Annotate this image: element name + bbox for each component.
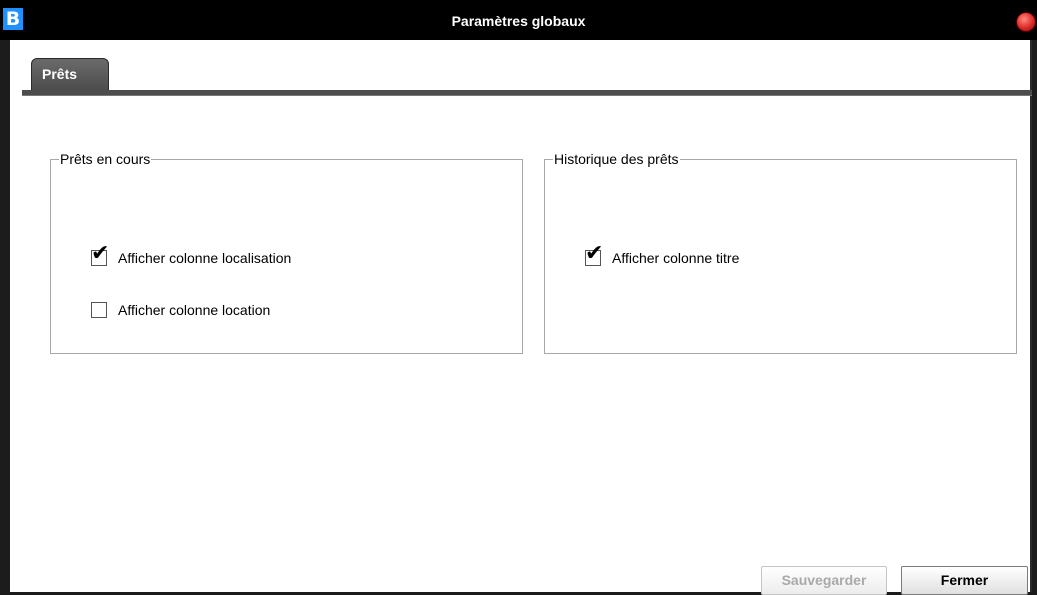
show-location-column-checkbox[interactable]: Afficher colonne location bbox=[91, 301, 391, 321]
dialog-content: Prêts Prêts en cours ✔ Afficher colonne … bbox=[10, 40, 1032, 595]
show-localisation-column-checkbox[interactable]: ✔ Afficher colonne localisation bbox=[91, 243, 391, 269]
checkbox-label: Afficher colonne titre bbox=[612, 250, 740, 266]
close-window-button[interactable] bbox=[1016, 12, 1036, 32]
show-title-column-checkbox[interactable]: ✔ Afficher colonne titre bbox=[585, 243, 885, 269]
checkmark-icon: ✔ bbox=[91, 241, 110, 266]
checkbox-label: Afficher colonne location bbox=[118, 302, 271, 318]
title-bar[interactable]: B Paramètres globaux bbox=[0, 0, 1037, 40]
save-button[interactable]: Sauvegarder bbox=[761, 566, 887, 595]
settings-dialog: B Paramètres globaux Prêts Prêts en cour… bbox=[0, 0, 1037, 595]
tab-strip bbox=[22, 90, 1032, 96]
loan-history-legend: Historique des prêts bbox=[554, 151, 679, 167]
current-loans-legend: Prêts en cours bbox=[60, 151, 151, 167]
checkmark-icon: ✔ bbox=[585, 241, 604, 266]
tab-loans[interactable]: Prêts bbox=[31, 58, 109, 93]
window-title: Paramètres globaux bbox=[451, 13, 586, 29]
checkbox-box[interactable] bbox=[91, 302, 107, 318]
close-button[interactable]: Fermer bbox=[901, 566, 1028, 595]
current-loans-group: Prêts en cours ✔ Afficher colonne locali… bbox=[50, 151, 523, 354]
checkbox-label: Afficher colonne localisation bbox=[118, 250, 292, 266]
loan-history-group: Historique des prêts ✔ Afficher colonne … bbox=[544, 151, 1017, 354]
